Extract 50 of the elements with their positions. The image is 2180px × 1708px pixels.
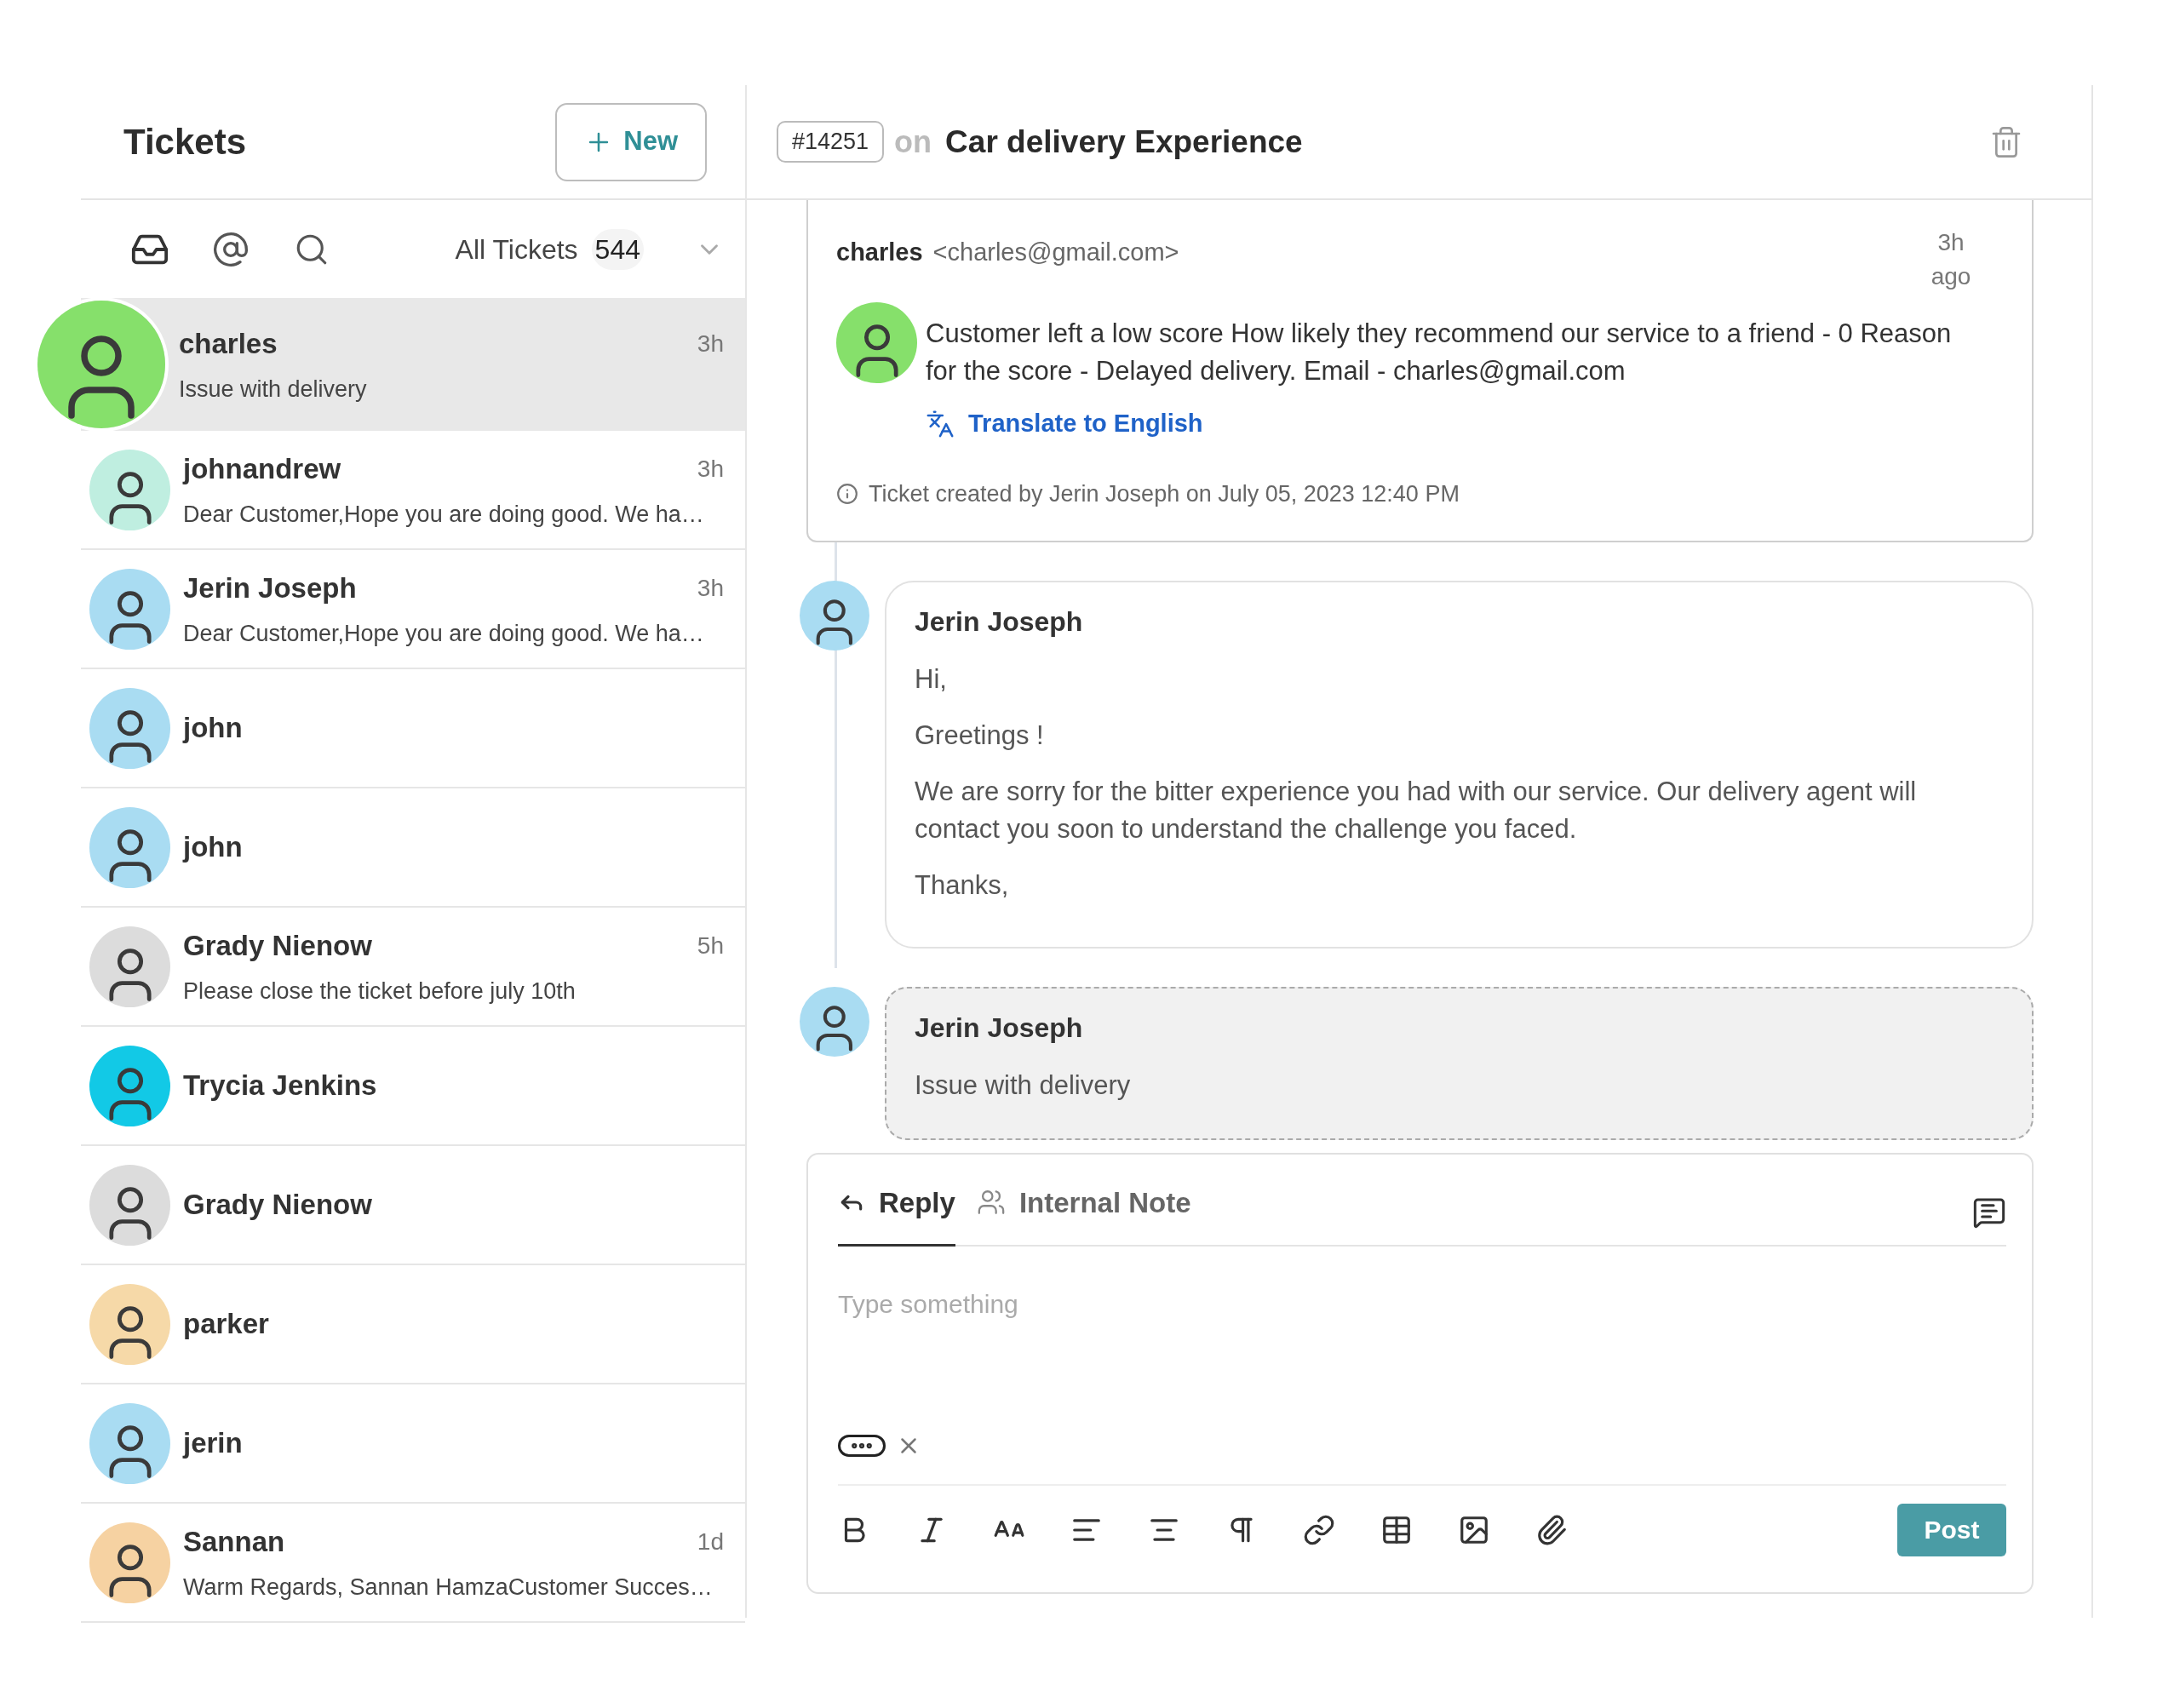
ticket-time: 1d	[697, 1527, 724, 1556]
ticket-name: Grady Nienow	[183, 929, 372, 963]
ticket-preview: Please close the ticket before july 10th	[183, 977, 577, 1006]
ticket-name: john	[183, 830, 243, 865]
ticket-preview: Issue with delivery	[179, 375, 368, 404]
ticket-name: jerin	[183, 1426, 243, 1461]
ticket-created-note: Ticket created by Jerin Joseph on July 05, 2023 12:40 PM	[869, 479, 1460, 508]
ticket-name: Jerin Joseph	[183, 571, 357, 605]
ticket-name: Sannan	[183, 1525, 285, 1559]
ticket-name: john	[183, 711, 243, 746]
ticket-time: 3h	[697, 329, 724, 358]
ticket-time: 3h	[697, 454, 724, 484]
ticket-count: 544	[591, 228, 644, 270]
sender-email: <charles@gmail.com>	[932, 238, 1179, 267]
author-name: Jerin Joseph	[915, 605, 1084, 639]
new-ticket-button[interactable]: New	[555, 102, 707, 181]
ticket-name: johnandrew	[183, 452, 341, 486]
editor-tab[interactable]: Reply	[838, 1181, 955, 1247]
filter-label[interactable]: All Tickets	[455, 228, 578, 270]
paperclip-icon[interactable]	[1535, 1513, 1568, 1546]
message-body: Customer left a low score How likely they recommend our service to a friend - 0 Reason for the score - Delayed delivery. Email - charles@gmail.com	[926, 318, 1953, 387]
message-paragraph: Thanks,	[915, 869, 1010, 902]
ticket-time: 5h	[697, 931, 724, 960]
reply-input[interactable]: Type something	[838, 1285, 2006, 1322]
ticket-name: charles	[179, 327, 278, 361]
ticket-preview: Dear Customer,Hope you are doing good. We ha…	[183, 500, 705, 529]
message-paragraph: Issue with delivery	[915, 1069, 1132, 1102]
ticket-preview: Dear Customer,Hope you are doing good. We ha…	[183, 619, 705, 648]
more-options-icon[interactable]	[838, 1435, 886, 1457]
editor-tab[interactable]: Internal Note	[976, 1181, 1191, 1247]
on-label: on	[894, 123, 932, 161]
author-name: Jerin Joseph	[915, 1012, 1084, 1045]
link-icon[interactable]	[1303, 1513, 1335, 1546]
ticket-name: parker	[183, 1307, 269, 1342]
message-paragraph: Greetings !	[915, 719, 1045, 752]
sender-name: charles	[836, 238, 923, 267]
translate-link[interactable]: Translate to English	[926, 405, 1203, 443]
ticket-name: Trycia Jenkins	[183, 1069, 377, 1103]
ticket-number: #14251	[777, 121, 885, 163]
info-icon	[836, 482, 858, 505]
ticket-preview: Warm Regards, Sannan HamzaCustomer Succes…	[183, 1573, 714, 1602]
message-paragraph: We are sorry for the bitter experience you had with our service. Our delivery agent will contact you soon to understand the challenge you faced.	[915, 776, 1918, 845]
translate-icon	[926, 409, 955, 438]
ticket-name: Grady Nienow	[183, 1188, 372, 1223]
ticket-time: 3h	[697, 573, 724, 603]
sidebar-title: Tickets	[123, 121, 246, 163]
mention-icon[interactable]	[212, 230, 250, 268]
ticket-title: Car delivery Experience	[945, 123, 1303, 161]
message-paragraph: Hi,	[915, 663, 948, 696]
message-time: 3h ago	[1930, 228, 1972, 291]
